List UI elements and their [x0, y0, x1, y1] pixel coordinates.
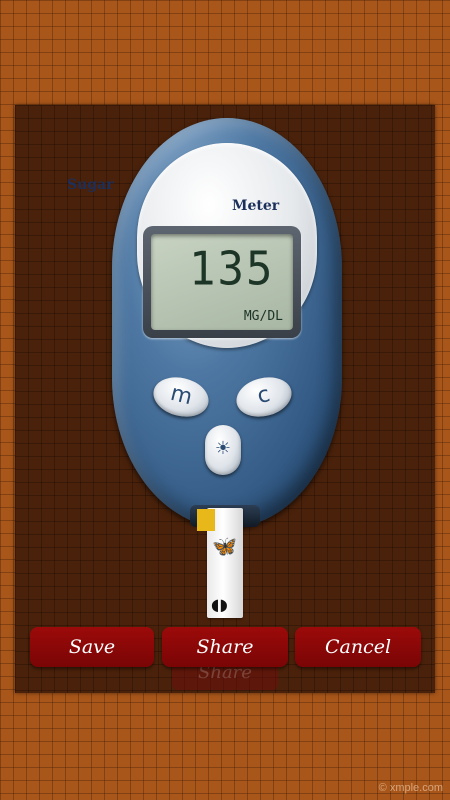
lcd-display: 135 MG/DL [151, 234, 293, 330]
light-icon: ☀ [214, 438, 232, 459]
brand-label-line1: Sugar [67, 177, 114, 193]
glucose-reading-unit: MG/DL [243, 309, 283, 324]
watermark: © xmple.com [378, 782, 443, 794]
share-button[interactable]: Share [162, 627, 288, 667]
strip-contact-icon: ◖◗ [211, 595, 228, 614]
glucose-reading-value: 135 [189, 242, 275, 297]
cancel-button[interactable]: Cancel [295, 627, 421, 667]
butterfly-icon: 🦋 [212, 534, 237, 558]
save-button[interactable]: Save [30, 627, 154, 667]
light-button[interactable]: ☀ [205, 425, 241, 475]
lcd-frame: 135 MG/DL [143, 226, 301, 338]
brand-label-line2: Meter [232, 198, 280, 214]
strip-contact [197, 509, 215, 531]
